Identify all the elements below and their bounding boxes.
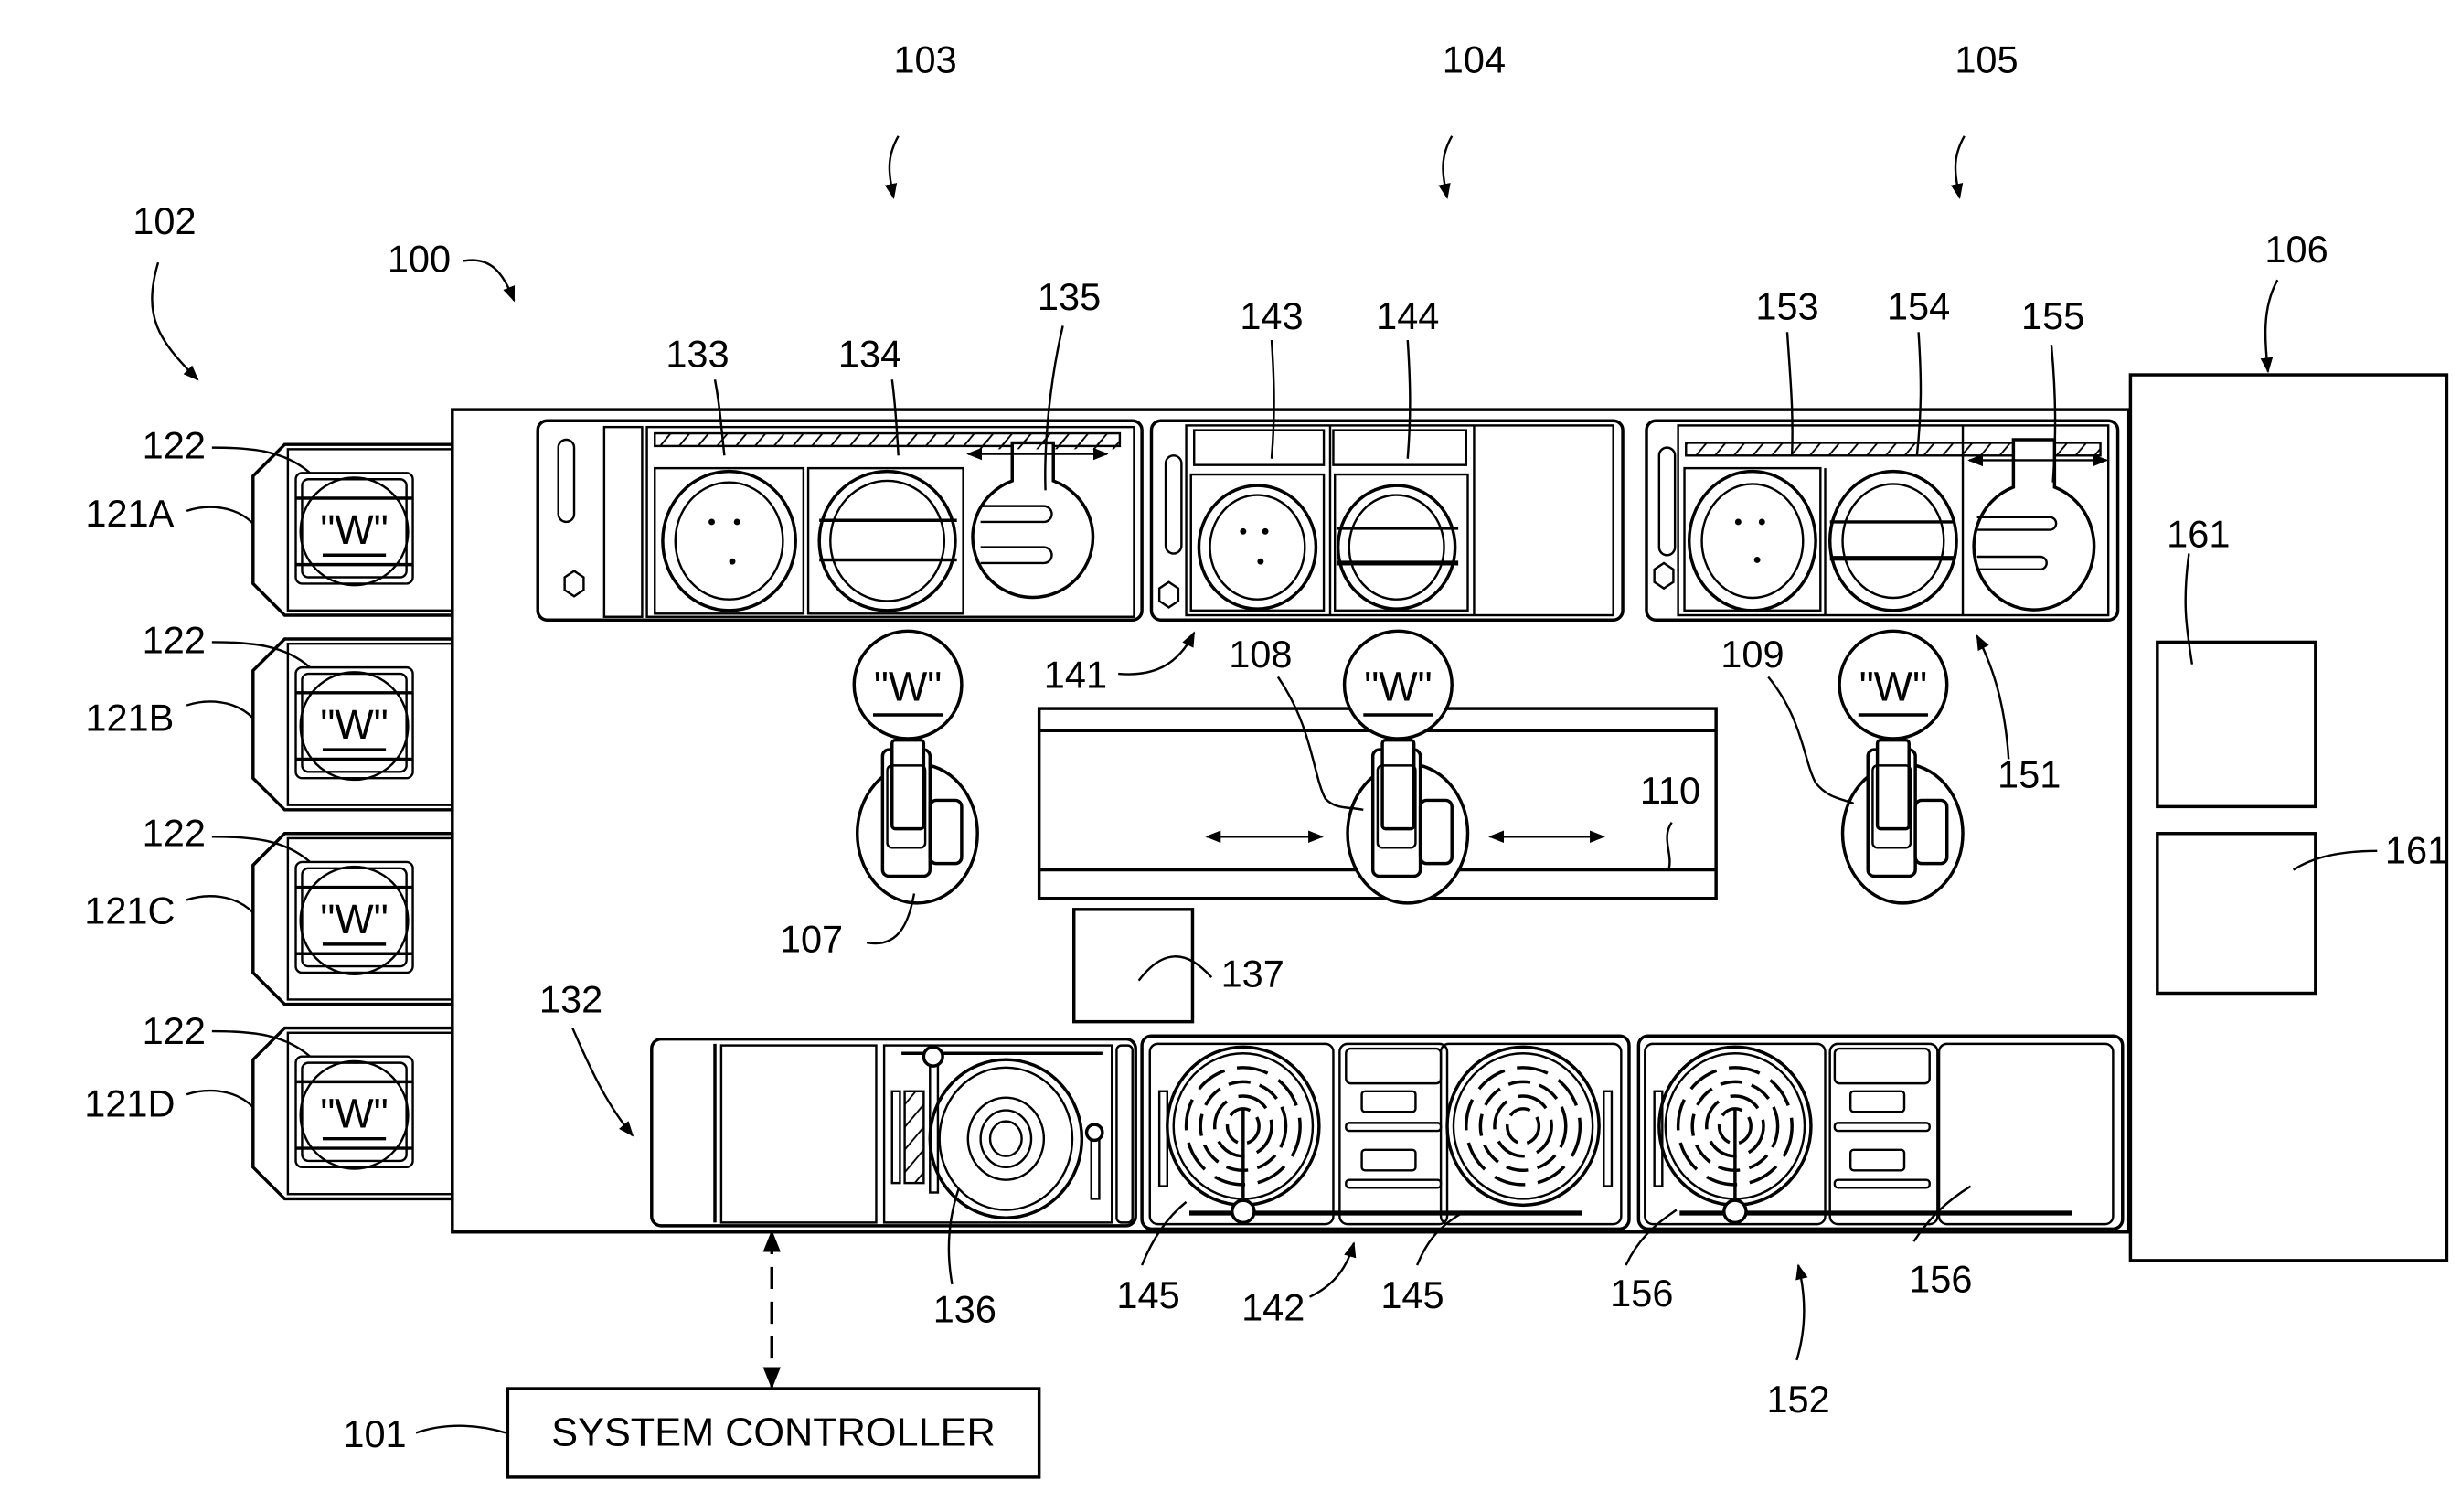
label-133: 133 [666, 332, 729, 375]
module-104 [1149, 419, 1625, 622]
wafer-mark: "W" [1859, 663, 1927, 709]
label-121a: 121A [85, 492, 174, 535]
system-controller: SYSTEM CONTROLLER [506, 1230, 1041, 1479]
label-156-a: 156 [1610, 1272, 1673, 1315]
wafer-mark: "W" [320, 506, 388, 553]
load-port-121b: "W" [186, 637, 454, 812]
robot-109: "W" [1838, 629, 1965, 905]
label-122-d: 122 [143, 1009, 206, 1052]
chamber-outer-ring [1445, 1045, 1601, 1208]
spiral-ring [1493, 1094, 1553, 1158]
module-152 [1636, 1034, 2125, 1231]
label-156-b: 156 [1909, 1257, 1972, 1300]
label-153: 153 [1755, 284, 1818, 327]
robot-107: "W" [852, 629, 979, 905]
label-121c: 121C [84, 889, 175, 932]
label-110: 110 [1640, 769, 1700, 812]
reference-labels: 102 100 103 104 105 106 133 134 135 143 … [84, 38, 2448, 1455]
label-154: 154 [1887, 284, 1950, 327]
module-106 [2128, 373, 2449, 1262]
label-152: 152 [1766, 1378, 1829, 1421]
label-108: 108 [1229, 633, 1292, 676]
load-port-121a: "W" [186, 442, 454, 617]
label-104: 104 [1443, 38, 1506, 81]
label-145-a: 145 [1116, 1273, 1179, 1316]
label-134: 134 [838, 332, 901, 375]
label-103: 103 [893, 38, 956, 81]
module-105 [1645, 419, 2120, 622]
load-port-121c: "W" [186, 832, 454, 1006]
label-161-upper: 161 [2167, 513, 2230, 556]
label-141: 141 [1044, 654, 1107, 697]
label-151: 151 [1998, 753, 2061, 796]
module-132 [650, 1037, 1137, 1228]
label-109: 109 [1721, 633, 1784, 676]
label-145-b: 145 [1380, 1273, 1444, 1316]
label-121d: 121D [84, 1081, 175, 1124]
robot-108: "W" [1342, 629, 1470, 905]
label-132: 132 [539, 977, 602, 1020]
label-136: 136 [933, 1287, 996, 1330]
buffer-137 [1071, 908, 1195, 1024]
robot-arm-inner [890, 738, 926, 831]
wafer-mark: "W" [320, 1091, 388, 1137]
label-143: 143 [1240, 294, 1303, 337]
wafer-mark: "W" [1364, 663, 1432, 709]
system-plan-diagram: "W" "W" "W" "W" "W" "W" "W" SYSTEM CONTROLL… [84, 38, 2449, 1479]
robot-motor [1913, 798, 1949, 866]
label-122-a: 122 [143, 424, 206, 467]
label-122-c: 122 [143, 812, 206, 855]
robot-arm-inner [1380, 738, 1416, 831]
robot-motor [928, 798, 964, 866]
module-142 [1140, 1034, 1631, 1231]
wafer-mark: "W" [320, 896, 388, 942]
spiral-chamber-145-b [1445, 1045, 1601, 1208]
label-102: 102 [133, 199, 196, 242]
spiral-ring [1465, 1066, 1582, 1187]
chamber-161-upper [2156, 640, 2317, 809]
robot-motor [1418, 798, 1454, 866]
label-161-lower: 161 [2385, 829, 2448, 872]
module-103 [536, 419, 1144, 622]
label-105: 105 [1955, 38, 2018, 81]
label-142: 142 [1241, 1286, 1305, 1329]
wafer-mark: "W" [320, 701, 388, 748]
system-controller-label: SYSTEM CONTROLLER [551, 1411, 995, 1454]
label-107: 107 [780, 918, 843, 961]
load-port-121d: "W" [186, 1026, 454, 1201]
chamber-161-lower [2156, 832, 2317, 996]
label-144: 144 [1376, 294, 1439, 337]
spiral-ring [1506, 1107, 1541, 1145]
wafer-mark: "W" [874, 663, 942, 709]
label-122-b: 122 [143, 619, 206, 662]
label-135: 135 [1038, 275, 1101, 318]
label-106: 106 [2264, 228, 2328, 271]
label-137: 137 [1221, 953, 1284, 996]
label-100: 100 [388, 238, 451, 281]
label-101: 101 [343, 1412, 406, 1455]
transfer-robots: "W" "W" "W" [852, 629, 1965, 905]
label-121b: 121B [85, 696, 174, 739]
label-155: 155 [2021, 294, 2084, 337]
factory-interface: "W" "W" "W" "W" [186, 442, 454, 1201]
robot-arm-inner [1875, 738, 1911, 831]
